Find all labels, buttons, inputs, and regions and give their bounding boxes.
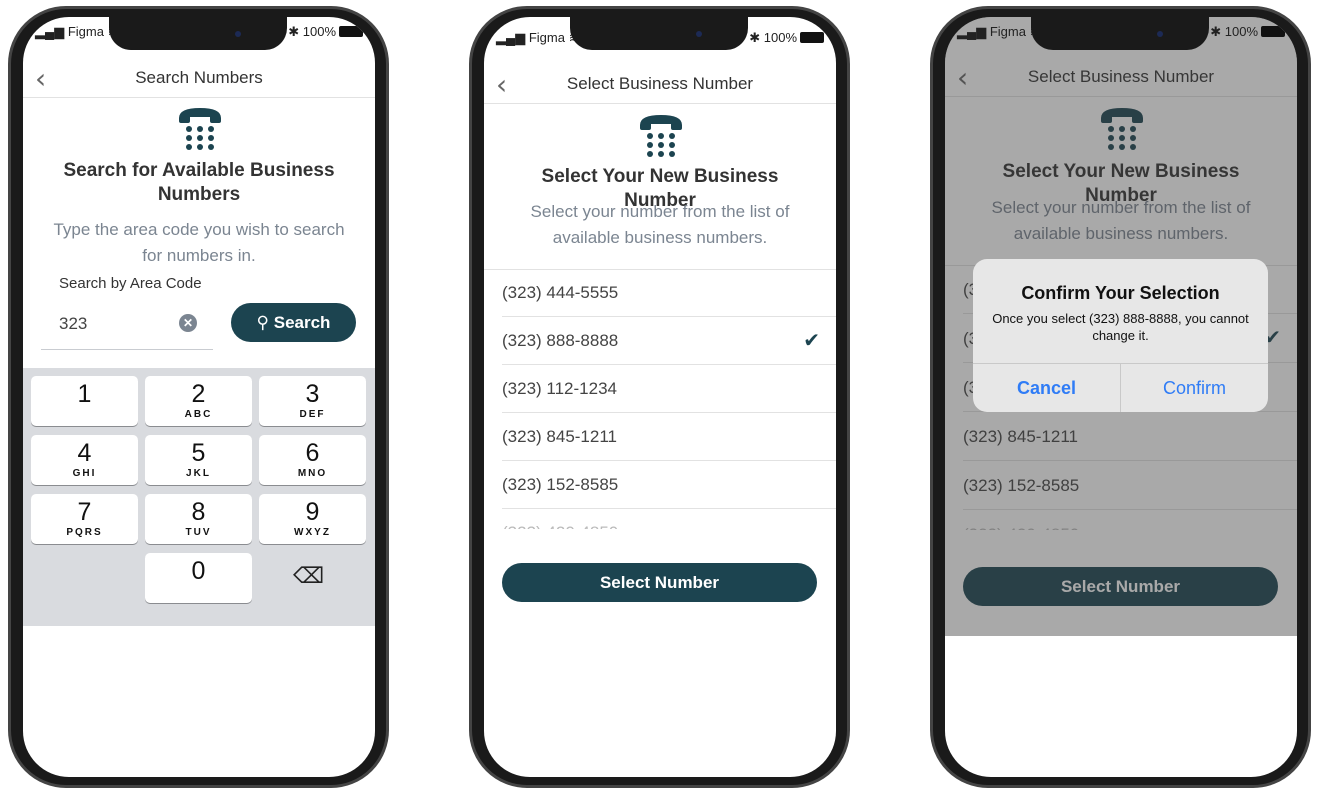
- dialog-title: Confirm Your Selection: [1021, 283, 1220, 303]
- key-3[interactable]: 3 DEF: [259, 376, 366, 426]
- key-4[interactable]: 4 GHI: [31, 435, 138, 485]
- phone-select-number: ▂▄▆ Figma ≋✱ 100% ‹ Select Business Numb…: [469, 6, 850, 788]
- phone-number: (323) 112-1234: [502, 379, 617, 398]
- number-row[interactable]: (323) 444-5555: [502, 269, 836, 317]
- battery-level: 100%: [302, 24, 336, 39]
- key-0[interactable]: 0: [145, 553, 252, 603]
- subtitle: Select your number from the list of avai…: [530, 202, 790, 247]
- key-letters: PQRS: [66, 527, 103, 538]
- phone-confirm-dialog: ▂▄▆ Figma ≋✱ 100% ‹ Select Business Numb…: [930, 6, 1311, 788]
- screen: ▂▄▆ Figma ≋✱ 100% ‹ Search Numbers Searc…: [23, 17, 375, 777]
- phone-search-numbers: ▂▄▆ Figma ≋✱ 100% ‹ Search Numbers Searc…: [8, 6, 389, 788]
- key-letters: DEF: [299, 409, 326, 420]
- notch: [570, 17, 748, 50]
- battery-icon: [800, 32, 824, 43]
- number-row[interactable]: (323) 112-1234: [502, 365, 836, 413]
- telephone-icon: [177, 106, 223, 152]
- number-row[interactable]: (323) 420-4850: [502, 509, 836, 529]
- key-letters: WXYZ: [294, 527, 331, 538]
- confirm-dialog: Confirm Your Selection Once you select (…: [973, 259, 1268, 412]
- key-digit: 1: [77, 380, 92, 408]
- search-button[interactable]: ⚲ Search: [231, 303, 356, 342]
- key-digit: 2: [191, 380, 206, 408]
- battery-icon: [1261, 26, 1285, 37]
- dialog-message: Once you select (323) 888-8888, you cann…: [992, 311, 1249, 343]
- nav-header: ‹ Search Numbers: [23, 58, 375, 98]
- heading: Search for Available Business Numbers: [63, 160, 335, 205]
- cancel-button[interactable]: Cancel: [973, 364, 1120, 412]
- notch: [1031, 17, 1209, 50]
- key-digit: 4: [77, 439, 92, 467]
- nav-header: ‹ Select Business Number: [484, 64, 836, 104]
- key-letters: GHI: [72, 468, 97, 479]
- area-code-value: 323: [59, 314, 88, 333]
- number-row[interactable]: (323) 845-1211: [502, 413, 836, 461]
- phone-number: (323) 444-5555: [502, 283, 619, 302]
- key-7[interactable]: 7 PQRS: [31, 494, 138, 544]
- telephone-icon: [638, 113, 684, 159]
- area-code-input[interactable]: 323 ✕: [41, 303, 213, 350]
- clear-icon[interactable]: ✕: [179, 314, 197, 332]
- key-6[interactable]: 6 MNO: [259, 435, 366, 485]
- phone-number: (323) 888-8888: [502, 331, 619, 350]
- phone-number: (323) 420-4850: [502, 523, 618, 529]
- carrier: Figma: [989, 24, 1026, 39]
- key-digit: 8: [191, 498, 206, 526]
- key-8[interactable]: 8 TUV: [145, 494, 252, 544]
- key-digit: 5: [191, 439, 206, 467]
- key-letters: JKL: [186, 468, 211, 479]
- select-number-button[interactable]: Select Number: [502, 563, 817, 602]
- key-2[interactable]: 2 ABC: [145, 376, 252, 426]
- key-9[interactable]: 9 WXYZ: [259, 494, 366, 544]
- field-label: Search by Area Code: [59, 275, 202, 292]
- key-1[interactable]: 1: [31, 376, 138, 426]
- key-digit: 7: [77, 498, 92, 526]
- search-label: Search: [273, 313, 331, 332]
- page-title: Select Business Number: [566, 74, 754, 93]
- battery-level: 100%: [1224, 24, 1258, 39]
- checkmark-icon: ✔: [803, 330, 820, 352]
- search-icon: ⚲: [256, 313, 269, 333]
- phone-number: (323) 152-8585: [502, 475, 619, 494]
- phone-number: (323) 845-1211: [502, 427, 617, 446]
- numeric-keypad: ⌫ 1 2 ABC 3 DEF 4 GHI 5 JKL 6 MNO 7 PQRS 8 TUV 9 WXYZ 0: [23, 368, 375, 626]
- page-title: Search Numbers: [135, 68, 263, 87]
- screen: ▂▄▆ Figma ≋✱ 100% ‹ Select Business Numb…: [945, 17, 1297, 777]
- screen: ▂▄▆ Figma ≋✱ 100% ‹ Select Business Numb…: [484, 17, 836, 777]
- key-letters: MNO: [297, 468, 328, 479]
- key-digit: 9: [305, 498, 320, 526]
- confirm-button[interactable]: Confirm: [1120, 364, 1268, 412]
- subtitle: Type the area code you wish to search fo…: [53, 220, 345, 265]
- key-digit: 6: [305, 439, 320, 467]
- number-row[interactable]: (323) 152-8585: [502, 461, 836, 509]
- backspace-icon[interactable]: ⌫: [293, 564, 324, 589]
- key-5[interactable]: 5 JKL: [145, 435, 252, 485]
- key-digit: 0: [191, 557, 206, 585]
- key-letters: ABC: [184, 409, 213, 420]
- carrier: Figma: [528, 30, 565, 45]
- key-letters: TUV: [185, 527, 212, 538]
- number-row[interactable]: (323) 888-8888 ✔: [502, 317, 836, 365]
- battery-icon: [339, 26, 363, 37]
- notch: [109, 17, 287, 50]
- key-digit: 3: [305, 380, 320, 408]
- battery-level: 100%: [763, 30, 797, 45]
- carrier: Figma: [67, 24, 104, 39]
